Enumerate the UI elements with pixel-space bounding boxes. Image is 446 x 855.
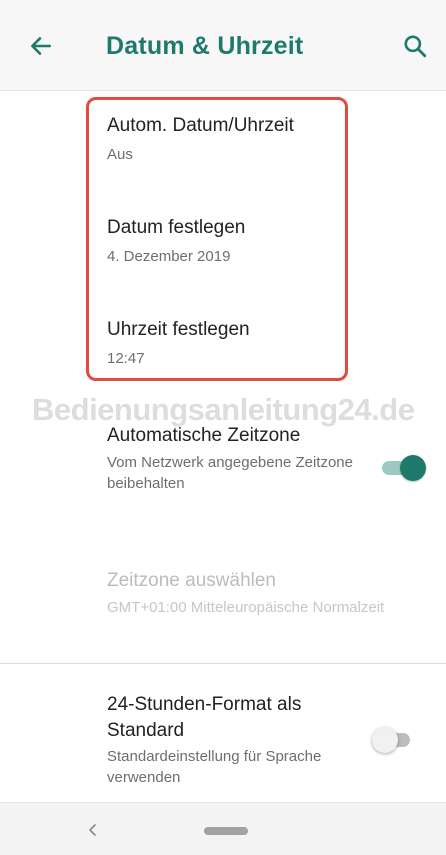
auto-timezone-toggle[interactable] xyxy=(382,455,434,481)
page-title: Datum & Uhrzeit xyxy=(106,32,304,60)
setting-value: 12:47 xyxy=(107,350,145,367)
app-bar: Datum & Uhrzeit xyxy=(0,0,446,91)
setting-value: Aus xyxy=(107,146,133,163)
system-nav-bar xyxy=(0,802,446,855)
back-arrow-icon[interactable] xyxy=(28,33,54,59)
setting-description: Vom Netzwerk angegebene Zeitzone beibeha… xyxy=(107,454,353,492)
setting-set-date[interactable]: Datum festlegen 4. Dezember 2019 xyxy=(107,216,245,267)
hour24-toggle[interactable] xyxy=(372,727,416,753)
setting-title: Autom. Datum/Uhrzeit xyxy=(107,115,294,136)
setting-value: 4. Dezember 2019 xyxy=(107,248,231,265)
setting-select-timezone[interactable]: Zeitzone auswählen GMT+01:00 Mitteleurop… xyxy=(107,569,407,618)
setting-set-time[interactable]: Uhrzeit festlegen 12:47 xyxy=(107,318,250,369)
section-divider xyxy=(0,663,446,664)
nav-home-pill[interactable] xyxy=(204,827,248,835)
setting-title: Datum festlegen xyxy=(107,217,246,238)
setting-title: Automatische Zeitzone xyxy=(107,425,301,446)
search-icon[interactable] xyxy=(402,33,428,59)
setting-24h-format[interactable]: 24-Stunden-Format als Standard Standarde… xyxy=(107,692,347,788)
watermark: Bedienungsanleitung24.de xyxy=(32,392,415,427)
toggle-thumb xyxy=(372,727,398,753)
setting-auto-timezone[interactable]: Automatische Zeitzone Vom Netzwerk angeg… xyxy=(107,424,357,494)
setting-title: 24-Stunden-Format als Standard xyxy=(107,694,302,741)
toggle-thumb xyxy=(400,455,426,481)
setting-title: Uhrzeit festlegen xyxy=(107,319,250,340)
setting-value: GMT+01:00 Mitteleuropäische Normalzeit xyxy=(107,599,385,616)
setting-description: Standardeinstellung für Sprache verwende… xyxy=(107,748,322,786)
nav-back-icon[interactable] xyxy=(86,823,100,837)
setting-title: Zeitzone auswählen xyxy=(107,570,276,591)
setting-auto-datetime[interactable]: Autom. Datum/Uhrzeit Aus xyxy=(107,114,294,165)
